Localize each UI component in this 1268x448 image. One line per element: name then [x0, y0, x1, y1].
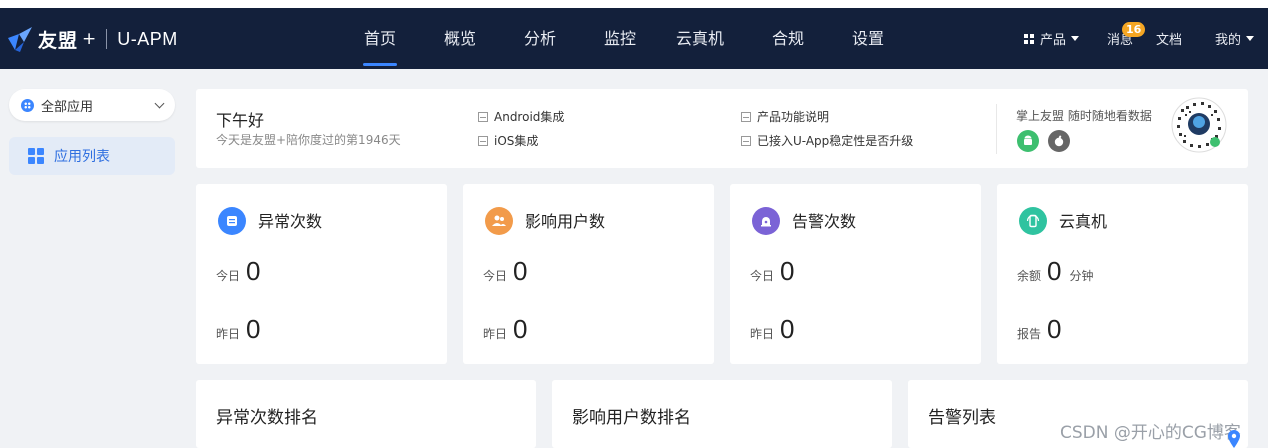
- stat-card-exceptions[interactable]: 异常次数 今日 0 昨日 0: [196, 184, 447, 364]
- top-navbar: 友盟 + U-APM 首页 概览 分析 监控 云真机 合规 设置 产品 消息 1…: [0, 8, 1268, 69]
- chevron-down-icon: [154, 98, 165, 109]
- main-nav: 首页 概览 分析 监控 云真机 合规 设置: [344, 8, 896, 69]
- stat-title: 云真机: [1059, 212, 1108, 231]
- watermark: CSDN @开心的CG博客: [1060, 423, 1241, 443]
- greeting-title: 下午好: [216, 111, 265, 130]
- messages-badge: 16: [1122, 22, 1146, 37]
- stat-title: 告警次数: [792, 212, 857, 231]
- products-menu[interactable]: 产品: [1024, 8, 1080, 69]
- product-guide-link[interactable]: 产品功能说明: [741, 108, 829, 125]
- brand-plus: +: [82, 29, 97, 49]
- docs-label: 文档: [1156, 33, 1183, 48]
- panel-title: 影响用户数排名: [572, 408, 691, 428]
- brand-name: 友盟: [38, 29, 79, 52]
- grid-icon: [28, 148, 44, 164]
- stat-label: 昨日: [216, 327, 241, 341]
- users-icon: [485, 207, 513, 235]
- nav-overview[interactable]: 概览: [416, 8, 504, 69]
- caret-down-icon: [1246, 36, 1255, 41]
- android-icon[interactable]: [1017, 130, 1039, 152]
- user-menu-label: 我的: [1215, 33, 1242, 48]
- apps-grid-icon: [1024, 33, 1034, 44]
- sidebar: 全部应用 应用列表: [0, 69, 186, 448]
- panel-title: 异常次数排名: [216, 408, 318, 428]
- nav-analysis[interactable]: 分析: [504, 8, 576, 69]
- document-icon: [478, 111, 488, 122]
- stat-card-alarms[interactable]: 告警次数 今日 0 昨日 0: [730, 184, 981, 364]
- welcome-card: 下午好 今天是友盟+陪你度过的第1946天 Android集成 iOS集成 产品…: [196, 89, 1248, 168]
- nav-home[interactable]: 首页: [344, 8, 416, 69]
- stat-value: 0: [513, 256, 528, 286]
- location-pin-icon: [1228, 430, 1240, 448]
- nav-cloud-device[interactable]: 云真机: [664, 8, 736, 69]
- stat-value: 0: [780, 314, 795, 344]
- android-integration-link[interactable]: Android集成: [478, 108, 564, 125]
- apps-icon: [21, 98, 34, 112]
- nav-compliance[interactable]: 合规: [736, 8, 840, 69]
- stat-label: 余额: [1017, 269, 1042, 283]
- stat-value: 0: [246, 256, 261, 286]
- product-name: U-APM: [117, 28, 178, 49]
- stat-title: 异常次数: [258, 212, 323, 231]
- divider: [996, 104, 997, 154]
- document-icon: [741, 111, 751, 122]
- panel-title: 告警列表: [928, 408, 996, 428]
- stat-yesterday: 昨日 0: [483, 314, 527, 345]
- document-icon: [741, 135, 751, 146]
- stat-today: 今日 0: [483, 256, 527, 287]
- stat-reports: 报告 0: [1017, 314, 1061, 345]
- stat-card-cloud-device[interactable]: 云真机 余额 0 分钟 报告 0: [997, 184, 1248, 364]
- apple-icon[interactable]: [1048, 130, 1070, 152]
- stat-label: 今日: [750, 269, 775, 283]
- sidebar-item-label: 应用列表: [54, 149, 110, 165]
- stat-today: 今日 0: [750, 256, 794, 287]
- stat-label: 报告: [1017, 327, 1042, 341]
- exception-icon: [218, 207, 246, 235]
- nav-monitor[interactable]: 监控: [576, 8, 664, 69]
- stat-value: 0: [513, 314, 528, 344]
- link-label: iOS集成: [494, 134, 539, 148]
- app-selector[interactable]: 全部应用: [9, 89, 175, 121]
- qr-code-icon: [1171, 97, 1227, 153]
- stat-value: 0: [780, 256, 795, 286]
- stat-unit: 分钟: [1069, 269, 1094, 283]
- app-selector-value: 全部应用: [41, 99, 94, 115]
- stat-yesterday: 昨日 0: [216, 314, 260, 345]
- document-icon: [478, 135, 488, 146]
- nav-settings[interactable]: 设置: [840, 8, 896, 69]
- mobile-app-promo: 掌上友盟 随时随地看数据: [1016, 109, 1152, 123]
- phone-icon: [1019, 207, 1047, 235]
- umeng-bird-icon: [8, 27, 32, 52]
- stat-value: 0: [1047, 314, 1062, 344]
- link-label: Android集成: [494, 110, 565, 124]
- panel-affected-users-ranking: 影响用户数排名: [552, 380, 892, 448]
- caret-down-icon: [1071, 36, 1080, 41]
- top-strip: [0, 0, 1268, 8]
- products-label: 产品: [1040, 33, 1067, 48]
- docs-link[interactable]: 文档: [1156, 8, 1182, 69]
- stat-label: 今日: [483, 269, 508, 283]
- stat-title: 影响用户数: [525, 212, 606, 231]
- link-label: 产品功能说明: [757, 110, 830, 124]
- user-menu[interactable]: 我的: [1215, 8, 1255, 69]
- ios-integration-link[interactable]: iOS集成: [478, 132, 538, 149]
- greeting-subtitle: 今天是友盟+陪你度过的第1946天: [216, 133, 401, 147]
- stat-card-affected-users[interactable]: 影响用户数 今日 0 昨日 0: [463, 184, 714, 364]
- panel-exception-ranking: 异常次数排名: [196, 380, 536, 448]
- sidebar-item-app-list[interactable]: 应用列表: [9, 137, 175, 175]
- stat-yesterday: 昨日 0: [750, 314, 794, 345]
- stat-value: 0: [1047, 256, 1062, 286]
- stat-label: 昨日: [483, 327, 508, 341]
- alarm-icon: [752, 207, 780, 235]
- stat-balance: 余额 0 分钟: [1017, 256, 1094, 287]
- logo[interactable]: 友盟 + U-APM: [6, 24, 178, 54]
- brand-divider: [106, 29, 108, 49]
- stat-label: 昨日: [750, 327, 775, 341]
- stat-today: 今日 0: [216, 256, 260, 287]
- messages-link[interactable]: 消息: [1107, 8, 1133, 69]
- upgrade-check-link[interactable]: 已接入U-App稳定性是否升级: [741, 132, 913, 149]
- link-label: 已接入U-App稳定性是否升级: [757, 134, 914, 148]
- stat-label: 今日: [216, 269, 241, 283]
- stat-value: 0: [246, 314, 261, 344]
